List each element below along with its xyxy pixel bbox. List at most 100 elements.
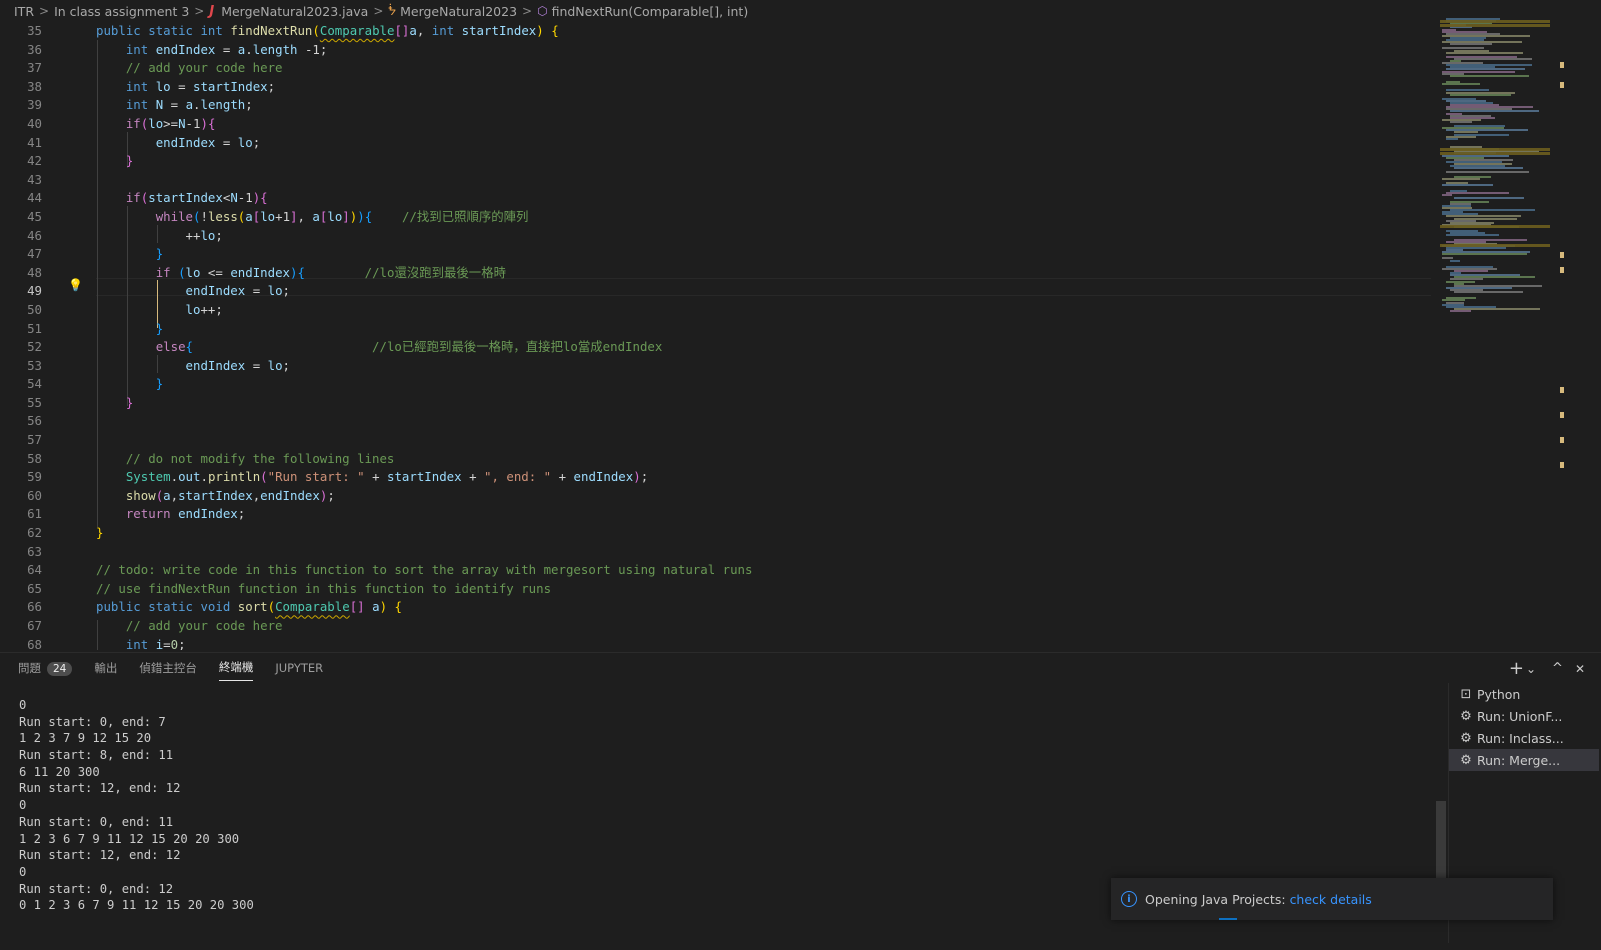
token: int bbox=[200, 23, 223, 38]
token: System bbox=[125, 469, 171, 485]
token: = bbox=[252, 357, 268, 373]
terminal-scrollbar[interactable] bbox=[1436, 801, 1446, 881]
token: startIndex bbox=[461, 23, 537, 38]
token: a bbox=[409, 23, 417, 38]
method-symbol-icon: ⬡ bbox=[537, 4, 548, 18]
terminal-item-run-unionf[interactable]: ⚙ Run: UnionF... bbox=[1449, 705, 1599, 727]
code-line: // add your code here bbox=[96, 617, 752, 636]
code-lines[interactable]: public static int findNextRun(Comparable… bbox=[96, 22, 752, 650]
code-line: int i=0; bbox=[96, 636, 752, 650]
breadcrumb-item-itr[interactable]: ITR bbox=[14, 4, 34, 19]
token: ; bbox=[267, 78, 276, 94]
terminal-line: 0 bbox=[19, 864, 27, 879]
line-number: 54 bbox=[27, 376, 42, 392]
tab-problems[interactable]: 問題 24 bbox=[18, 654, 73, 681]
code-line: // do not modify the following lines bbox=[96, 450, 752, 469]
terminal-output[interactable]: 0 Run start: 0, end: 7 1 2 3 7 9 12 15 2… bbox=[19, 697, 254, 914]
token: ! bbox=[200, 208, 208, 224]
scrollbar-marker bbox=[1560, 387, 1564, 393]
tab-output[interactable]: 輸出 bbox=[94, 654, 117, 681]
scrollbar-marker bbox=[1560, 462, 1564, 468]
code-line: return endIndex; bbox=[96, 505, 752, 524]
scrollbar-marker bbox=[1560, 267, 1564, 273]
token: if bbox=[155, 264, 171, 280]
line-number: 45 bbox=[27, 208, 42, 224]
token: println bbox=[207, 469, 261, 485]
code-line: ++lo; bbox=[96, 227, 752, 246]
code-line: while(!less(a[lo+1], a[lo])){ //找到已照順序的陣… bbox=[155, 208, 529, 224]
token: lo bbox=[260, 208, 276, 224]
breadcrumb-item-folder[interactable]: In class assignment 3 bbox=[54, 4, 189, 19]
minimap[interactable] bbox=[1440, 18, 1552, 328]
code-editor[interactable]: 💡 35 36 37 38 39 40 41 42 43 44 45 46 47… bbox=[0, 22, 1440, 650]
comment: // todo: write code in this function to … bbox=[96, 562, 753, 578]
debug-gear-icon: ⚙ bbox=[1460, 708, 1472, 724]
code-line: // use findNextRun function in this func… bbox=[96, 580, 752, 599]
token: while bbox=[155, 208, 193, 224]
tab-terminal[interactable]: 終端機 bbox=[218, 653, 254, 681]
line-number: 47 bbox=[27, 246, 42, 262]
comment: // do not modify the following lines bbox=[125, 450, 395, 466]
token: lo bbox=[200, 227, 216, 243]
line-number: 41 bbox=[27, 134, 42, 150]
tab-label: 問題 bbox=[18, 660, 41, 675]
terminal-item-label: Run: Merge... bbox=[1477, 752, 1561, 768]
string: ", end: " bbox=[484, 469, 552, 485]
lightbulb-icon[interactable]: 💡 bbox=[68, 278, 83, 292]
terminal-item-run-inclass[interactable]: ⚙ Run: Inclass... bbox=[1449, 727, 1599, 749]
code-line: } bbox=[125, 394, 134, 410]
terminal-line: Run start: 12, end: 12 bbox=[19, 781, 181, 796]
string: "Run start: " bbox=[267, 469, 365, 485]
terminal-line: Run start: 0, end: 12 bbox=[19, 881, 174, 896]
code-line: // todo: write code in this function to … bbox=[96, 561, 752, 580]
token: endIndex bbox=[185, 283, 246, 299]
token: ; bbox=[237, 506, 246, 522]
minimap-highlight bbox=[1440, 225, 1550, 228]
token: -1 bbox=[185, 115, 201, 131]
token: -1; bbox=[304, 41, 328, 57]
token: if bbox=[125, 190, 141, 206]
line-number-gutter: 35 36 37 38 39 40 41 42 43 44 45 46 47 4… bbox=[0, 22, 46, 650]
line-number: 43 bbox=[27, 171, 42, 187]
close-panel-icon[interactable]: ✕ bbox=[1575, 662, 1585, 676]
comment: //找到已照順序的陣列 bbox=[402, 208, 529, 224]
line-number: 66 bbox=[27, 599, 42, 615]
minimap-highlight bbox=[1440, 152, 1550, 155]
terminal-line: 1 2 3 7 9 12 15 20 bbox=[19, 731, 152, 746]
code-line: endIndex = lo; bbox=[96, 134, 752, 153]
breadcrumb-item-class[interactable]: ᖭ MergeNatural2023 bbox=[388, 4, 517, 19]
token: N bbox=[178, 115, 186, 131]
code-line: } bbox=[96, 525, 104, 541]
token-warning[interactable]: Comparable bbox=[320, 23, 395, 38]
line-number: 46 bbox=[27, 227, 42, 243]
scrollbar-marker bbox=[1560, 412, 1564, 418]
tab-jupyter[interactable]: JUPYTER bbox=[275, 655, 323, 680]
line-number: 62 bbox=[27, 525, 42, 541]
line-number: 44 bbox=[27, 190, 42, 206]
tab-debug-console[interactable]: 偵錯主控台 bbox=[139, 654, 197, 681]
terminal-item-python[interactable]: ⊡ Python bbox=[1449, 683, 1599, 705]
code-line: } bbox=[155, 246, 164, 262]
chevron-right-icon: > bbox=[194, 4, 205, 18]
minimap-highlight bbox=[1440, 148, 1550, 151]
line-number: 48 bbox=[27, 264, 42, 280]
breadcrumb-item-file[interactable]: J MergeNatural2023.java bbox=[209, 4, 368, 19]
breadcrumb-label: MergeNatural2023.java bbox=[221, 3, 369, 19]
chevron-down-icon[interactable]: ⌄ bbox=[1526, 662, 1536, 676]
scrollbar-marker bbox=[1560, 62, 1564, 68]
line-number: 40 bbox=[27, 115, 42, 131]
token: ; bbox=[282, 357, 290, 373]
token: else bbox=[155, 339, 186, 355]
terminal-line: 0 1 2 3 6 7 9 11 12 15 20 20 300 bbox=[19, 898, 254, 913]
add-terminal-icon[interactable]: + bbox=[1509, 658, 1524, 679]
breadcrumb: ITR > In class assignment 3 > J MergeNat… bbox=[0, 0, 1601, 22]
editor-scrollbar[interactable] bbox=[1552, 22, 1566, 650]
token: if bbox=[125, 115, 141, 131]
check-details-link[interactable]: check details bbox=[1290, 892, 1372, 907]
maximize-panel-icon[interactable]: ^ bbox=[1552, 661, 1563, 676]
breadcrumb-item-method[interactable]: ⬡ findNextRun(Comparable[], int) bbox=[537, 4, 748, 19]
terminal-item-run-merge[interactable]: ⚙ Run: Merge... bbox=[1449, 749, 1599, 771]
token-warning[interactable]: Comparable bbox=[275, 599, 350, 614]
